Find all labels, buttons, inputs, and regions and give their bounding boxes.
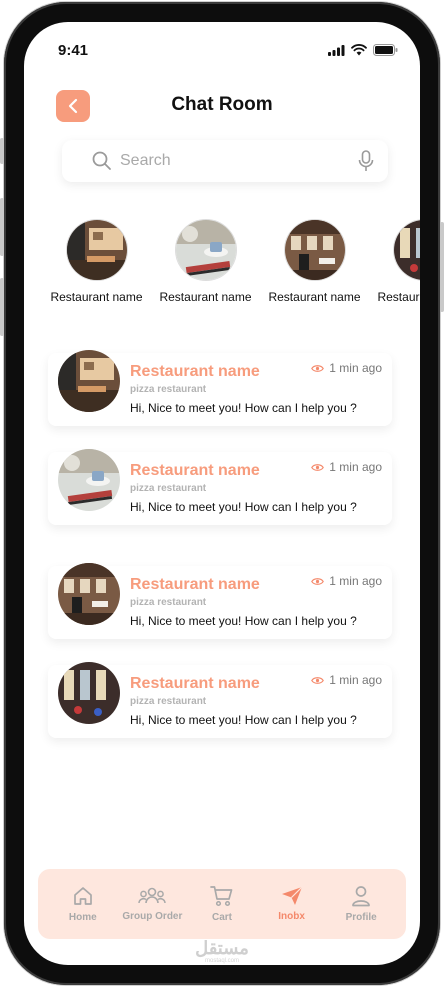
- story-name: Restaurant name: [377, 290, 420, 304]
- eye-icon: [311, 463, 325, 471]
- chat-restaurant-name: Restaurant name: [130, 675, 260, 692]
- restaurant-photo: [174, 219, 237, 281]
- restaurant-photo: [65, 219, 128, 281]
- restaurant-photo: [392, 219, 420, 281]
- nav-group-order-label: Group Order: [122, 911, 183, 922]
- chat-time-text: 1 min ago: [329, 361, 382, 375]
- side-button: [0, 278, 4, 336]
- screen: 9:41 Chat Room Search Restaurant name Re…: [24, 22, 420, 965]
- send-icon: [281, 886, 303, 905]
- chat-subtitle: pizza restaurant: [130, 597, 207, 608]
- chat-time: 1 min ago: [311, 574, 382, 588]
- story-name: Restaurant name: [268, 290, 361, 304]
- chat-avatar: [58, 662, 120, 724]
- chat-item[interactable]: Restaurant name pizza restaurant Hi, Nic…: [48, 662, 392, 738]
- chat-restaurant-name: Restaurant name: [130, 576, 260, 593]
- status-time: 9:41: [58, 42, 89, 59]
- chat-time: 1 min ago: [311, 361, 382, 375]
- search-input[interactable]: [120, 152, 358, 170]
- restaurant-stories: Restaurant name Restaurant name Restaura…: [42, 219, 420, 304]
- nav-cart[interactable]: Cart: [188, 885, 256, 923]
- chat-avatar: [58, 449, 120, 511]
- story-item[interactable]: Restaurant name: [260, 219, 369, 304]
- microphone-icon[interactable]: [358, 150, 374, 172]
- home-icon: [73, 887, 92, 905]
- nav-home-label: Home: [68, 912, 97, 923]
- chat-time: 1 min ago: [311, 460, 382, 474]
- story-name: Restaurant name: [159, 290, 252, 304]
- story-item[interactable]: Restaurant name: [42, 219, 151, 304]
- nav-home[interactable]: Home: [49, 885, 117, 923]
- signal-icon: [328, 44, 345, 56]
- group-icon: [138, 887, 167, 904]
- chat-message: Hi, Nice to meet you! How can I help you…: [130, 401, 357, 415]
- eye-icon: [311, 676, 325, 684]
- nav-profile[interactable]: Profile: [327, 885, 395, 923]
- story-item[interactable]: Restaurant name: [369, 219, 420, 304]
- chat-item[interactable]: Restaurant name pizza restaurant Hi, Nic…: [48, 350, 392, 426]
- side-button: [0, 198, 4, 256]
- eye-icon: [311, 364, 325, 372]
- page-title: Chat Room: [171, 94, 273, 115]
- chat-subtitle: pizza restaurant: [130, 696, 207, 707]
- cart-icon: [210, 886, 233, 907]
- watermark: مستقل: [195, 938, 249, 958]
- nav-inbox-label: Inobx: [278, 911, 305, 922]
- watermark-url: mostaql.com: [204, 958, 239, 964]
- nav-group-order[interactable]: Group Order: [118, 886, 186, 922]
- chat-time-text: 1 min ago: [329, 460, 382, 474]
- story-name: Restaurant name: [50, 290, 143, 304]
- power-button: [440, 222, 444, 312]
- battery-icon: [373, 44, 398, 56]
- chat-restaurant-name: Restaurant name: [130, 363, 260, 380]
- chat-message: Hi, Nice to meet you! How can I help you…: [130, 500, 357, 514]
- chat-item[interactable]: Restaurant name pizza restaurant Hi, Nic…: [48, 449, 392, 525]
- chat-restaurant-name: Restaurant name: [130, 462, 260, 479]
- story-item[interactable]: Restaurant name: [151, 219, 260, 304]
- restaurant-photo: [283, 219, 346, 281]
- status-icons: [328, 44, 398, 56]
- chat-time-text: 1 min ago: [329, 574, 382, 588]
- nav-cart-label: Cart: [211, 912, 232, 923]
- nav-profile-label: Profile: [345, 912, 377, 923]
- chat-avatar: [58, 563, 120, 625]
- nav-inbox[interactable]: Inobx: [258, 886, 326, 922]
- bottom-navigation: Home Group Order Cart Inobx Profile: [38, 869, 406, 939]
- chat-subtitle: pizza restaurant: [130, 384, 207, 395]
- chat-time-text: 1 min ago: [329, 673, 382, 687]
- search-bar[interactable]: [62, 140, 388, 182]
- chat-message: Hi, Nice to meet you! How can I help you…: [130, 614, 357, 628]
- profile-icon: [352, 886, 371, 907]
- eye-icon: [311, 577, 325, 585]
- chat-item[interactable]: Restaurant name pizza restaurant Hi, Nic…: [48, 563, 392, 639]
- search-icon: [92, 151, 111, 170]
- chat-subtitle: pizza restaurant: [130, 483, 207, 494]
- side-button: [0, 138, 4, 164]
- wifi-icon: [351, 44, 367, 56]
- chat-time: 1 min ago: [311, 673, 382, 687]
- chat-message: Hi, Nice to meet you! How can I help you…: [130, 713, 357, 727]
- chat-avatar: [58, 350, 120, 412]
